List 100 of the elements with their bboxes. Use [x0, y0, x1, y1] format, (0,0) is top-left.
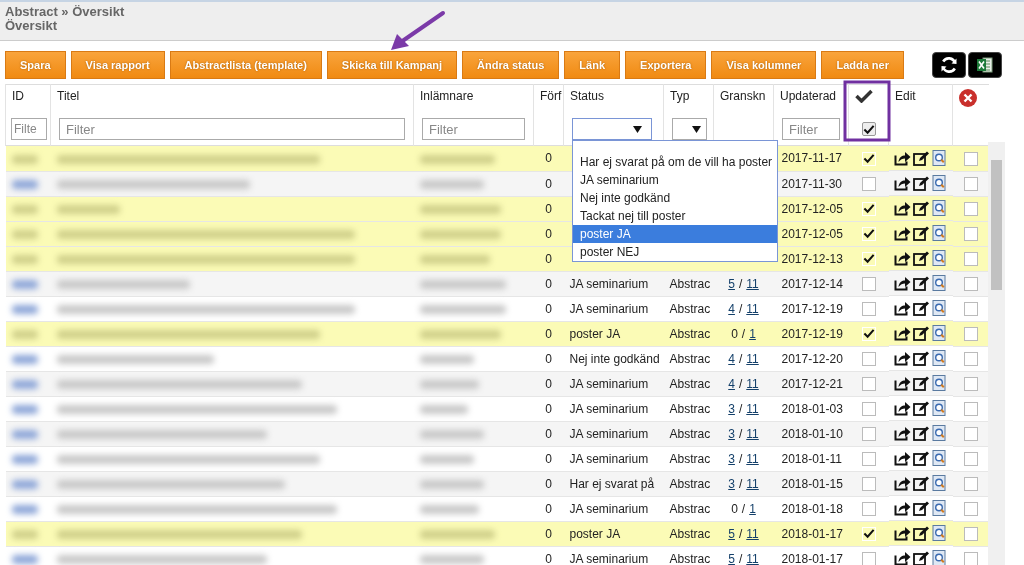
document-search-icon[interactable]	[931, 400, 947, 416]
review-link[interactable]: 11	[746, 351, 759, 366]
review-link[interactable]: 11	[746, 276, 759, 291]
document-search-icon[interactable]	[931, 425, 947, 441]
column-header[interactable]: Förf	[540, 89, 562, 103]
checkbox[interactable]	[861, 301, 876, 316]
share-icon[interactable]	[893, 475, 911, 491]
document-search-icon[interactable]	[931, 175, 947, 191]
column-header[interactable]: Titel	[57, 89, 80, 103]
review-link[interactable]: 1	[749, 501, 756, 516]
select-all-checkbox[interactable]	[861, 122, 876, 137]
edit-icon[interactable]	[912, 300, 930, 316]
document-search-icon[interactable]	[931, 225, 947, 241]
review-link[interactable]: 11	[746, 376, 759, 391]
column-header[interactable]: Updaterad	[780, 89, 837, 103]
document-search-icon[interactable]	[931, 325, 947, 341]
filter-field[interactable]: Filter	[59, 118, 405, 140]
review-link[interactable]: 4	[728, 351, 735, 366]
review-link[interactable]: 11	[746, 426, 759, 441]
share-icon[interactable]	[893, 275, 911, 291]
edit-icon[interactable]	[912, 150, 930, 166]
edit-icon[interactable]	[912, 550, 930, 565]
share-icon[interactable]	[893, 450, 911, 466]
dropdown-option[interactable]: JA seminarium	[573, 171, 777, 189]
review-link[interactable]: 4	[728, 301, 735, 316]
document-search-icon[interactable]	[931, 450, 947, 466]
scrollbar[interactable]	[988, 142, 1005, 565]
document-search-icon[interactable]	[931, 500, 947, 516]
row-checkbox[interactable]	[963, 351, 978, 366]
checkbox[interactable]	[861, 426, 876, 441]
review-link[interactable]: 3	[728, 401, 735, 416]
share-icon[interactable]	[893, 525, 911, 541]
review-link[interactable]: 11	[746, 451, 759, 466]
document-search-icon[interactable]	[931, 150, 947, 166]
review-link[interactable]: 11	[746, 301, 759, 316]
review-link[interactable]: 5	[728, 276, 735, 291]
row-checkbox[interactable]	[963, 426, 978, 441]
review-link[interactable]: 11	[746, 551, 759, 565]
row-checkbox[interactable]	[963, 176, 978, 191]
document-search-icon[interactable]	[931, 475, 947, 491]
filter-dropdown[interactable]	[672, 118, 707, 140]
edit-icon[interactable]	[912, 500, 930, 516]
document-search-icon[interactable]	[931, 300, 947, 316]
row-checkbox[interactable]	[963, 201, 978, 216]
row-checkbox[interactable]	[963, 226, 978, 241]
share-icon[interactable]	[893, 175, 911, 191]
checkbox[interactable]	[861, 551, 876, 565]
column-header[interactable]: Edit	[895, 89, 916, 103]
dropdown-option[interactable]: poster NEJ	[573, 243, 777, 261]
share-icon[interactable]	[893, 350, 911, 366]
row-checkbox[interactable]	[963, 301, 978, 316]
edit-icon[interactable]	[912, 350, 930, 366]
row-checkbox[interactable]	[963, 451, 978, 466]
document-search-icon[interactable]	[931, 525, 947, 541]
filter-field[interactable]: Filte	[11, 118, 47, 140]
review-link[interactable]: 5	[728, 526, 735, 541]
document-search-icon[interactable]	[931, 375, 947, 391]
document-search-icon[interactable]	[931, 350, 947, 366]
review-link[interactable]: 11	[746, 526, 759, 541]
row-checkbox[interactable]	[963, 326, 978, 341]
edit-icon[interactable]	[912, 525, 930, 541]
row-checkbox[interactable]	[963, 276, 978, 291]
share-icon[interactable]	[893, 500, 911, 516]
checkbox[interactable]	[861, 476, 876, 491]
checkbox[interactable]	[861, 276, 876, 291]
column-header[interactable]: ID	[12, 89, 24, 103]
checkbox[interactable]	[861, 401, 876, 416]
review-link[interactable]: 11	[746, 476, 759, 491]
share-icon[interactable]	[893, 425, 911, 441]
share-icon[interactable]	[893, 200, 911, 216]
row-checkbox[interactable]	[963, 476, 978, 491]
edit-icon[interactable]	[912, 450, 930, 466]
review-link[interactable]: 3	[728, 476, 735, 491]
edit-icon[interactable]	[912, 400, 930, 416]
filter-field[interactable]: Filter	[782, 118, 840, 140]
document-search-icon[interactable]	[931, 275, 947, 291]
row-checkbox[interactable]	[963, 526, 978, 541]
column-header[interactable]: Status	[570, 89, 605, 103]
checkbox[interactable]	[861, 351, 876, 366]
checkbox[interactable]	[861, 451, 876, 466]
dropdown-menu[interactable]: Har ej svarat på om de vill ha poster JA seminarium Nej inte godkänd Tackat nej till poster poster JA poster NEJ	[572, 140, 778, 262]
row-checkbox[interactable]	[963, 251, 978, 266]
filter-field[interactable]: Filter	[422, 118, 525, 140]
review-link[interactable]: 5	[728, 551, 735, 565]
share-icon[interactable]	[893, 225, 911, 241]
checkbox[interactable]	[861, 501, 876, 516]
dropdown-option[interactable]: poster JA	[573, 225, 777, 243]
review-link[interactable]: 3	[728, 426, 735, 441]
dropdown-option[interactable]: Nej inte godkänd	[573, 189, 777, 207]
edit-icon[interactable]	[912, 275, 930, 291]
excel-export-button[interactable]	[968, 52, 1002, 78]
edit-icon[interactable]	[912, 175, 930, 191]
document-search-icon[interactable]	[931, 250, 947, 266]
checkbox[interactable]	[861, 176, 876, 191]
share-icon[interactable]	[893, 325, 911, 341]
row-checkbox[interactable]	[963, 376, 978, 391]
share-icon[interactable]	[893, 300, 911, 316]
dropdown-option[interactable]: Har ej svarat på om de vill ha poster	[573, 153, 777, 171]
share-icon[interactable]	[893, 150, 911, 166]
row-checkbox[interactable]	[963, 551, 978, 565]
